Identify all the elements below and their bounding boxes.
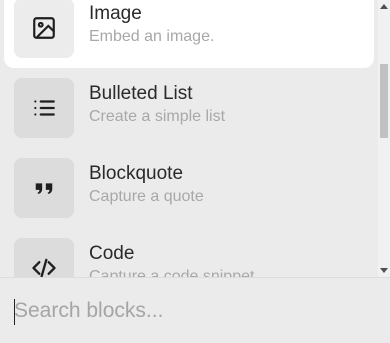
block-list-viewport[interactable]: Image Embed an image. Bulleted List Crea…	[0, 0, 378, 277]
block-description: Capture a code snippet	[89, 268, 255, 277]
bulleted-list-icon-tile	[14, 78, 74, 138]
vertical-scrollbar[interactable]	[378, 0, 390, 277]
block-description: Embed an image.	[89, 28, 215, 45]
image-icon	[33, 17, 55, 39]
scroll-down-arrow-icon[interactable]	[378, 265, 390, 277]
block-item-code[interactable]: Code Capture a code snippet	[4, 228, 374, 277]
text-caret	[14, 299, 15, 325]
quote-icon	[35, 183, 53, 194]
image-icon-tile	[14, 0, 74, 58]
block-item-image[interactable]: Image Embed an image.	[4, 0, 374, 68]
quote-icon-tile	[14, 158, 74, 218]
block-item-bulleted-list[interactable]: Bulleted List Create a simple list	[4, 68, 374, 148]
block-description: Create a simple list	[89, 108, 226, 125]
block-title: Bulleted List	[89, 83, 193, 104]
search-input[interactable]	[14, 296, 374, 326]
scroll-up-arrow-icon[interactable]	[378, 0, 390, 12]
block-description: Capture a quote	[89, 188, 204, 205]
block-title: Image	[89, 3, 142, 24]
code-icon	[32, 258, 56, 277]
block-item-blockquote[interactable]: Blockquote Capture a quote	[4, 148, 374, 228]
block-title: Blockquote	[89, 163, 184, 184]
code-icon-tile	[14, 238, 74, 277]
scrollbar-thumb[interactable]	[380, 64, 388, 138]
block-title: Code	[89, 243, 135, 264]
block-picker-panel: Image Embed an image. Bulleted List Crea…	[0, 0, 390, 343]
block-list: Image Embed an image. Bulleted List Crea…	[0, 0, 378, 277]
search-area	[0, 278, 390, 343]
bulleted-list-icon	[34, 100, 55, 116]
